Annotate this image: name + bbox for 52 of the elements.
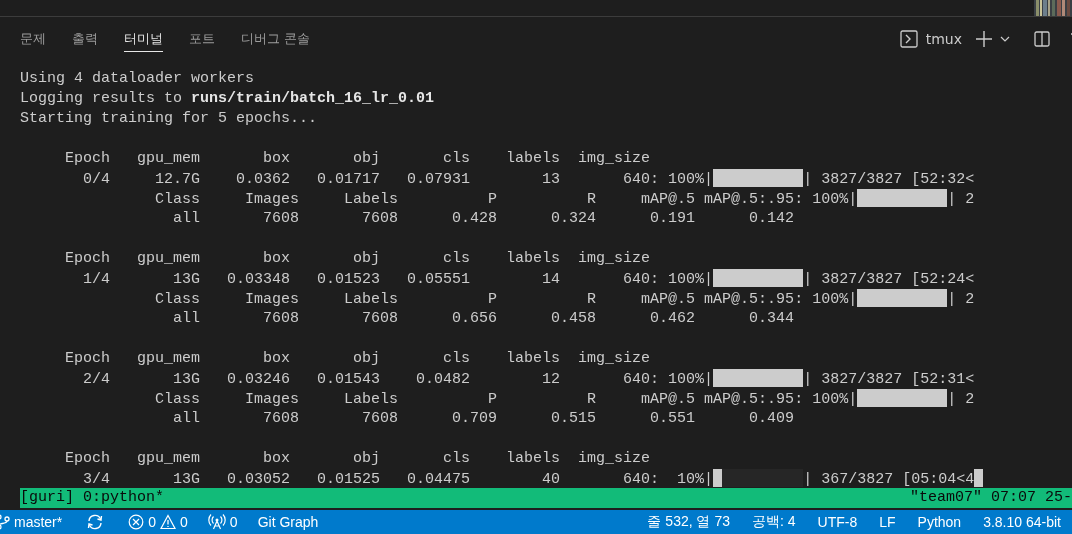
terminal-text: | 3827/3827 [52:24< <box>803 271 975 288</box>
status-item[interactable]: 공백: 4 <box>740 510 807 534</box>
sync-icon <box>86 514 105 530</box>
terminal-text: Logging results to runs/train/batch_16_lr_0.01 <box>20 90 435 107</box>
terminal-text: 0/4 12.7G 0.0362 0.01717 0.07931 13 640: 100%| <box>82 171 714 188</box>
antenna-icon <box>207 514 226 530</box>
terminal-text: 2/4 13G 0.03246 0.01543 0.0482 12 640: 100%| <box>82 371 714 388</box>
panel-tab[interactable]: 포트 <box>179 17 225 60</box>
terminal-text: Epoch gpu_mem box obj cls labels img_size <box>64 150 651 167</box>
panel-tab[interactable]: 출력 <box>62 17 108 60</box>
status-item[interactable]: Git Graph <box>247 510 329 534</box>
terminal-icon[interactable] <box>899 29 918 48</box>
plus-icon[interactable] <box>976 30 992 47</box>
terminal-text: | 3827/3827 [52:32< <box>803 171 975 188</box>
error-icon <box>128 514 145 530</box>
warning-icon <box>160 514 177 530</box>
split-icon[interactable] <box>1034 30 1050 47</box>
terminal-name[interactable]: tmux <box>925 30 962 47</box>
problems-item[interactable]: 0 0 <box>118 510 198 534</box>
branch-icon <box>0 514 10 530</box>
terminal-text: Using 4 dataloader workers <box>20 70 255 87</box>
terminal-text: all 7608 7608 0.428 0.324 0.191 0.142 <box>172 210 795 227</box>
ports-item[interactable]: 0 <box>197 510 248 534</box>
status-item[interactable]: Python <box>906 510 973 534</box>
terminal-text: | 3827/3827 [52:31< <box>803 371 975 388</box>
tmux-host-time: "team07" 07:07 25- <box>909 488 1072 508</box>
branch-item[interactable]: master* <box>0 510 73 534</box>
terminal-text: Epoch gpu_mem box obj cls labels img_size <box>64 250 651 267</box>
status-item[interactable]: LF <box>868 510 907 534</box>
terminal-text: all 7608 7608 0.709 0.515 0.551 0.409 <box>172 410 795 427</box>
terminal-text: Class Images Labels P R mAP@.5 mAP@.5:.95: 100%| <box>154 191 858 208</box>
panel-tab[interactable]: 문제 <box>10 17 56 60</box>
terminal-text: | 2 <box>947 291 975 308</box>
terminal-text: Class Images Labels P R mAP@.5 mAP@.5:.95: 100%| <box>154 291 858 308</box>
tmux-window-label: [guri] 0:python* <box>20 488 165 508</box>
terminal-text: 1/4 13G 0.03348 0.01523 0.05551 14 640: 100%| <box>82 271 714 288</box>
terminal-text: | 367/3827 [05:04<4 <box>803 471 975 488</box>
terminal-cursor <box>974 469 984 487</box>
status-item[interactable]: UTF-8 <box>806 510 869 534</box>
terminal-text: Starting training for 5 epochs... <box>20 110 318 127</box>
terminal-text: all 7608 7608 0.656 0.458 0.462 0.344 <box>172 310 795 327</box>
chevron-down-icon[interactable] <box>1000 35 1010 42</box>
panel-tab[interactable]: 디버그 콘솔 <box>231 17 321 60</box>
terminal-text: | 2 <box>947 391 975 408</box>
terminal-text: | 2 <box>947 191 975 208</box>
status-item[interactable]: 3.8.10 64-bit <box>972 510 1072 534</box>
terminal-text: Epoch gpu_mem box obj cls labels img_size <box>64 450 651 467</box>
terminal-text: 3/4 13G 0.03052 0.01525 0.04475 40 640: 10%| <box>82 471 714 488</box>
terminal-text: Epoch gpu_mem box obj cls labels img_size <box>64 350 651 367</box>
panel-tab[interactable]: 터미널 <box>114 17 173 60</box>
terminal-text: Class Images Labels P R mAP@.5 mAP@.5:.95: 100%| <box>154 391 858 408</box>
status-item[interactable]: 줄 532, 열 73 <box>636 510 741 534</box>
